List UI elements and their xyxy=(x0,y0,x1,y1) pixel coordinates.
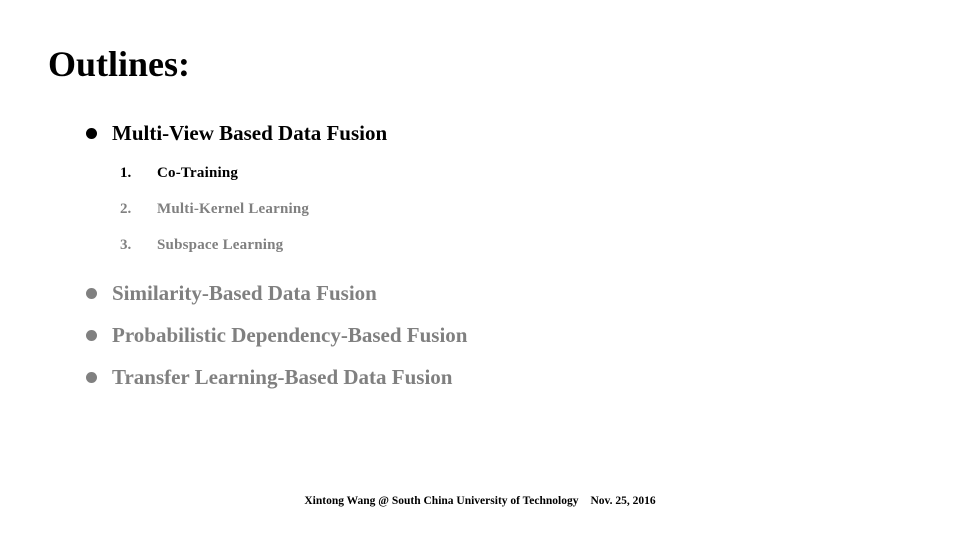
outline-item-label: Multi-View Based Data Fusion xyxy=(112,121,388,145)
outline-item-label: Transfer Learning-Based Data Fusion xyxy=(112,365,453,389)
outline-subitem-co-training[interactable]: 1. Co-Training xyxy=(0,162,960,184)
outline-item-probabilistic-dependency-based-fusion[interactable]: Probabilistic Dependency-Based Fusion xyxy=(0,320,960,350)
outline-item-label: Probabilistic Dependency-Based Fusion xyxy=(112,323,468,347)
slide-canvas: Outlines: Multi-View Based Data Fusion 1… xyxy=(0,0,960,540)
filled-circle-bullet-icon xyxy=(86,372,97,383)
outline-item-similarity-based-data-fusion[interactable]: Similarity-Based Data Fusion xyxy=(0,278,960,308)
outline-subitem-label: Multi-Kernel Learning xyxy=(157,201,310,217)
outline-item-transfer-learning-based-data-fusion[interactable]: Transfer Learning-Based Data Fusion xyxy=(0,362,960,392)
outline-list: Multi-View Based Data Fusion 1. Co-Train… xyxy=(0,118,960,392)
outline-item-label: Similarity-Based Data Fusion xyxy=(112,281,377,305)
outline-subitem-label: Subspace Learning xyxy=(157,237,284,253)
outline-subitem-number: 1. xyxy=(120,165,132,181)
outline-sublist: 1. Co-Training 2. Multi-Kernel Learning … xyxy=(0,162,960,256)
filled-circle-bullet-icon xyxy=(86,128,97,139)
filled-circle-bullet-icon xyxy=(86,330,97,341)
filled-circle-bullet-icon xyxy=(86,288,97,299)
outline-subitem-multi-kernel-learning[interactable]: 2. Multi-Kernel Learning xyxy=(0,198,960,220)
footer-author-affiliation: Xintong Wang @ South China University of… xyxy=(304,495,579,507)
slide-footer: Xintong Wang @ South China University of… xyxy=(0,494,960,508)
outline-item-multi-view-based-data-fusion[interactable]: Multi-View Based Data Fusion xyxy=(0,118,960,148)
outline-subitem-label: Co-Training xyxy=(157,165,239,181)
outline-subitem-number: 3. xyxy=(120,237,132,253)
outline-subitem-subspace-learning[interactable]: 3. Subspace Learning xyxy=(0,234,960,256)
outline-subitem-number: 2. xyxy=(120,201,132,217)
page-title: Outlines: xyxy=(48,44,191,84)
footer-date: Nov. 25, 2016 xyxy=(590,495,656,507)
